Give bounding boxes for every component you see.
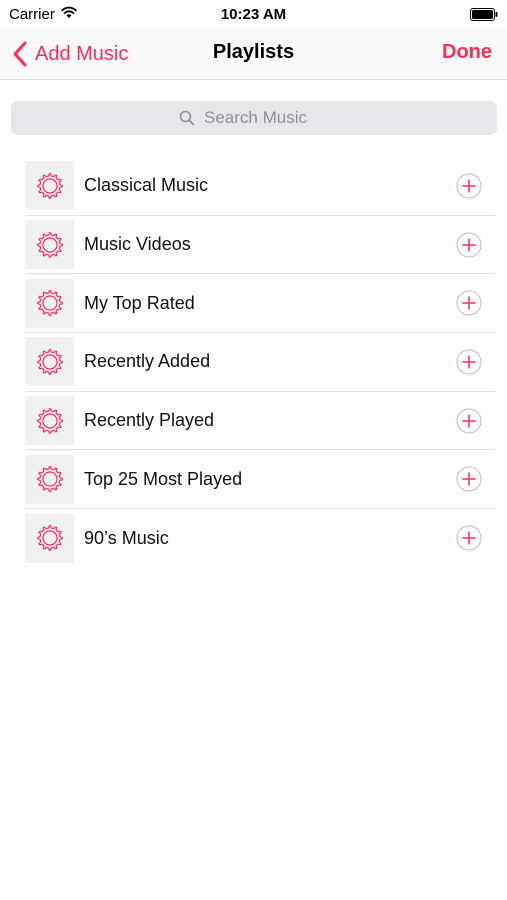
clock: 10:23 AM	[220, 6, 287, 23]
gear-playlist-icon	[36, 172, 63, 199]
playlist-thumbnail	[25, 161, 74, 211]
playlist-row[interactable]: Classical Music	[25, 157, 495, 216]
add-to-playlist-button[interactable]	[456, 173, 482, 199]
playlist-row[interactable]: Music Videos	[25, 216, 495, 275]
playlist-label: Recently Played	[84, 410, 215, 431]
playlist-label: My Top Rated	[84, 292, 195, 313]
playlist-label: Recently Added	[84, 351, 211, 372]
playlist-label: Music Videos	[84, 234, 191, 255]
add-to-playlist-button[interactable]	[456, 349, 482, 375]
add-to-playlist-button[interactable]	[456, 466, 482, 492]
playlist-row[interactable]: Top 25 Most Played	[25, 450, 495, 510]
status-bar: Carrier 10:23 AM	[0, 0, 507, 28]
gear-playlist-icon	[36, 466, 63, 493]
back-button-label: Add Music	[35, 42, 129, 65]
playlist-label: Classical Music	[84, 175, 209, 196]
playlist-row[interactable]: My Top Rated	[25, 274, 495, 334]
playlist-label: 90’s Music	[84, 527, 169, 548]
gear-playlist-icon	[36, 407, 63, 434]
playlist-thumbnail	[25, 220, 74, 270]
gear-playlist-icon	[36, 348, 63, 376]
playlist-row[interactable]: Recently Played	[25, 392, 495, 451]
playlist-thumbnail	[25, 396, 74, 446]
playlist-row[interactable]: 90’s Music	[25, 509, 495, 568]
battery-icon	[470, 8, 498, 21]
search-icon	[179, 110, 195, 126]
add-to-playlist-button[interactable]	[456, 290, 482, 316]
playlist-list: Classical Music Music Videos My Top Rate	[25, 157, 495, 568]
playlist-thumbnail	[25, 337, 74, 387]
gear-playlist-icon	[36, 525, 63, 552]
playlist-label: Top 25 Most Played	[84, 468, 243, 489]
search-input[interactable]	[204, 108, 329, 128]
search-bar[interactable]	[11, 101, 497, 135]
playlist-row[interactable]: Recently Added	[25, 333, 495, 392]
playlist-thumbnail	[25, 513, 74, 563]
done-button[interactable]: Done	[442, 41, 492, 64]
gear-playlist-icon	[36, 290, 63, 317]
playlist-thumbnail	[25, 278, 74, 328]
add-to-playlist-button[interactable]	[456, 525, 482, 552]
navigation-bar: Add Music Playlists Done	[0, 28, 507, 80]
add-to-playlist-button[interactable]	[456, 407, 482, 434]
add-to-playlist-button[interactable]	[456, 231, 482, 258]
chevron-left-icon	[13, 41, 27, 67]
gear-playlist-icon	[36, 231, 63, 258]
playlist-thumbnail	[25, 454, 74, 504]
back-button[interactable]: Add Music	[12, 37, 128, 71]
